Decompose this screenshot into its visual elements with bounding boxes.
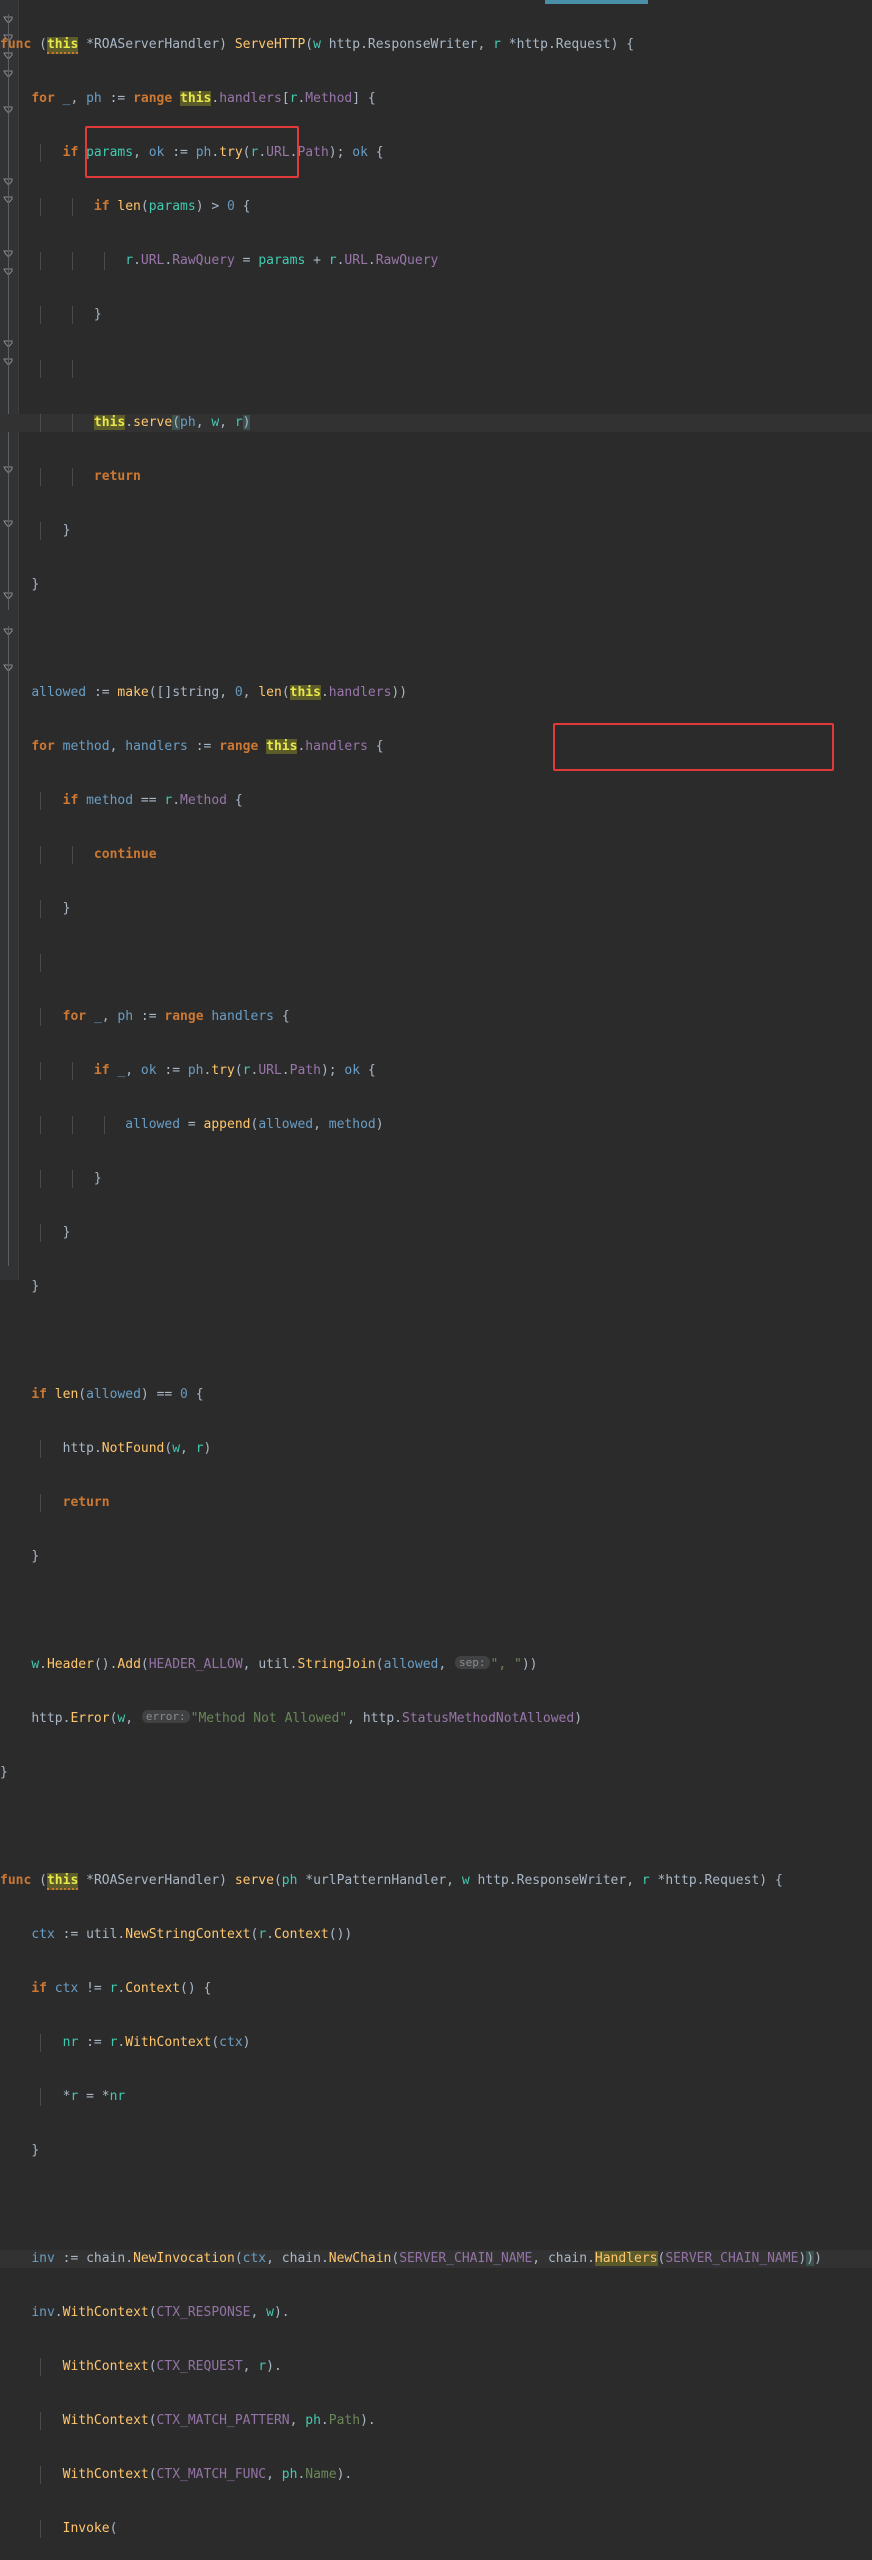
code-line-text: for method, handlers := range this.handl…: [31, 739, 384, 754]
code-line-text: }: [93, 307, 102, 322]
code-line[interactable]: if method == r.Method {: [0, 792, 872, 810]
code-line[interactable]: r.URL.RawQuery = params + r.URL.RawQuery: [0, 252, 872, 270]
code-line-text: if len(allowed) == 0 {: [31, 1387, 204, 1402]
code-line[interactable]: }: [0, 306, 872, 324]
code-line[interactable]: return: [0, 1494, 872, 1512]
code-line-text: }: [93, 1171, 102, 1186]
code-line[interactable]: func (this *ROAServerHandler) serve(ph *…: [0, 1872, 872, 1890]
code-line-text: continue: [93, 847, 157, 862]
code-line-text: http.NotFound(w, r): [62, 1441, 212, 1456]
code-editor[interactable]: func (this *ROAServerHandler) ServeHTTP(…: [0, 0, 872, 2538]
code-line-text: return: [62, 1495, 110, 1510]
code-line[interactable]: allowed = append(allowed, method): [0, 1116, 872, 1134]
code-line-text: if ctx != r.Context() {: [31, 1981, 212, 1996]
code-line-text: func (this *ROAServerHandler) ServeHTTP(…: [0, 37, 635, 54]
code-line-text: WithContext(CTX_MATCH_PATTERN, ph.Path).: [62, 2413, 376, 2428]
code-line[interactable]: }: [0, 576, 872, 594]
code-line[interactable]: }: [0, 1224, 872, 1242]
code-line[interactable]: allowed := make([]string, 0, len(this.ha…: [0, 684, 872, 702]
code-line[interactable]: *r = *nr: [0, 2088, 872, 2106]
code-line[interactable]: [0, 1332, 872, 1350]
code-line[interactable]: w.Header().Add(HEADER_ALLOW, util.String…: [0, 1656, 872, 1674]
code-line-current[interactable]: inv := chain.NewInvocation(ctx, chain.Ne…: [0, 2250, 872, 2268]
code-line[interactable]: }: [0, 1278, 872, 1296]
code-line-text: return: [93, 469, 141, 484]
code-line[interactable]: for _, ph := range handlers {: [0, 1008, 872, 1026]
code-line[interactable]: if _, ok := ph.try(r.URL.Path); ok {: [0, 1062, 872, 1080]
code-line-text: allowed := make([]string, 0, len(this.ha…: [31, 685, 408, 700]
code-content[interactable]: func (this *ROAServerHandler) ServeHTTP(…: [0, 0, 872, 2538]
code-line[interactable]: if len(params) > 0 {: [0, 198, 872, 216]
code-line-text: WithContext(CTX_MATCH_FUNC, ph.Name).: [62, 2467, 353, 2482]
code-line-text: }: [31, 1279, 40, 1294]
code-line-text: }: [31, 1549, 40, 1564]
code-line-text: WithContext(CTX_REQUEST, r).: [62, 2359, 282, 2374]
code-line[interactable]: for _, ph := range this.handlers[r.Metho…: [0, 90, 872, 108]
code-line[interactable]: continue: [0, 846, 872, 864]
code-line-text: Invoke(: [62, 2521, 118, 2536]
code-line-text: inv.WithContext(CTX_RESPONSE, w).: [31, 2305, 290, 2320]
code-line-text: this.serve(ph, w, r): [93, 415, 251, 430]
code-line[interactable]: WithContext(CTX_MATCH_PATTERN, ph.Path).: [0, 2412, 872, 2430]
code-line-text: if _, ok := ph.try(r.URL.Path); ok {: [93, 1063, 376, 1078]
code-line-text: }: [62, 1225, 71, 1240]
code-line[interactable]: nr := r.WithContext(ctx): [0, 2034, 872, 2052]
code-line-text: for _, ph := range this.handlers[r.Metho…: [31, 91, 376, 106]
code-line[interactable]: }: [0, 1764, 872, 1782]
code-line-text: for _, ph := range handlers {: [62, 1009, 290, 1024]
code-line-current[interactable]: this.serve(ph, w, r): [0, 414, 872, 432]
code-line-text: if len(params) > 0 {: [93, 199, 251, 214]
code-line[interactable]: }: [0, 900, 872, 918]
code-line[interactable]: }: [0, 522, 872, 540]
code-line[interactable]: func (this *ROAServerHandler) ServeHTTP(…: [0, 36, 872, 54]
code-line[interactable]: [0, 360, 872, 378]
code-line-text: if params, ok := ph.try(r.URL.Path); ok …: [62, 145, 384, 160]
code-line[interactable]: Invoke(: [0, 2520, 872, 2538]
code-line-text: ctx := util.NewStringContext(r.Context()…: [31, 1927, 353, 1942]
code-line[interactable]: [0, 1818, 872, 1836]
code-line[interactable]: }: [0, 1170, 872, 1188]
code-line[interactable]: }: [0, 1548, 872, 1566]
code-line-text: }: [62, 901, 71, 916]
inlay-hint-error: error:: [141, 1710, 190, 1723]
code-line-text: }: [62, 523, 71, 538]
code-line[interactable]: if len(allowed) == 0 {: [0, 1386, 872, 1404]
code-line-text: r.URL.RawQuery = params + r.URL.RawQuery: [125, 253, 439, 268]
code-line[interactable]: return: [0, 468, 872, 486]
code-line[interactable]: [0, 954, 872, 972]
code-line[interactable]: inv.WithContext(CTX_RESPONSE, w).: [0, 2304, 872, 2322]
code-line-text: func (this *ROAServerHandler) serve(ph *…: [0, 1873, 783, 1890]
code-line-text: *r = *nr: [62, 2089, 126, 2104]
code-line[interactable]: http.Error(w, error: "Method Not Allowed"…: [0, 1710, 872, 1728]
code-line[interactable]: http.NotFound(w, r): [0, 1440, 872, 1458]
code-line-text: allowed = append(allowed, method): [125, 1117, 384, 1132]
code-line-text: }: [31, 2143, 40, 2158]
code-line[interactable]: if params, ok := ph.try(r.URL.Path); ok …: [0, 144, 872, 162]
code-line[interactable]: [0, 630, 872, 648]
code-line-text: }: [31, 577, 40, 592]
code-line-text: inv := chain.NewInvocation(ctx, chain.Ne…: [31, 2251, 822, 2266]
code-line-text: nr := r.WithContext(ctx): [62, 2035, 251, 2050]
code-line-text: }: [0, 1765, 8, 1780]
code-line[interactable]: if ctx != r.Context() {: [0, 1980, 872, 1998]
code-line-text: if method == r.Method {: [62, 793, 243, 808]
code-line[interactable]: ctx := util.NewStringContext(r.Context()…: [0, 1926, 872, 1944]
code-line[interactable]: [0, 2196, 872, 2214]
code-line[interactable]: WithContext(CTX_MATCH_FUNC, ph.Name).: [0, 2466, 872, 2484]
code-line-text: w.Header().Add(HEADER_ALLOW, util.String…: [31, 1656, 538, 1672]
code-line-text: http.Error(w, error: "Method Not Allowed"…: [31, 1710, 583, 1726]
inlay-hint-sep: sep:: [455, 1656, 490, 1669]
code-line[interactable]: for method, handlers := range this.handl…: [0, 738, 872, 756]
code-line[interactable]: WithContext(CTX_REQUEST, r).: [0, 2358, 872, 2376]
code-line[interactable]: }: [0, 2142, 872, 2160]
code-line[interactable]: [0, 1602, 872, 1620]
